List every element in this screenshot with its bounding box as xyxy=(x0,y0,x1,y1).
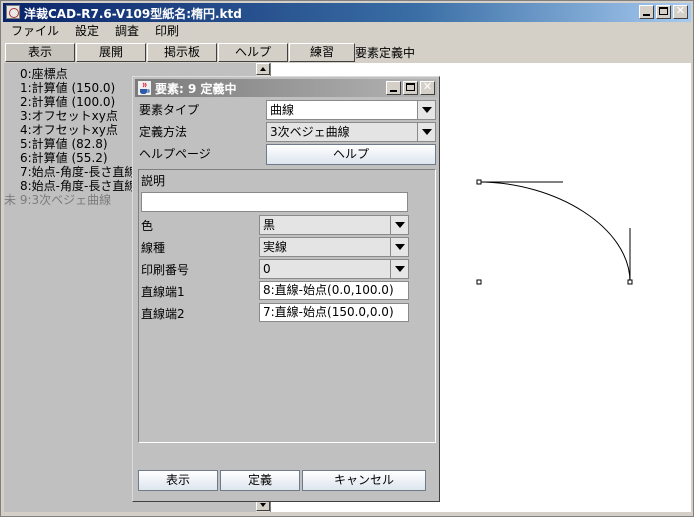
window-title: 洋裁CAD-R7.6-V109型紙名:楕円.ktd xyxy=(24,7,242,21)
element-type-value: 曲線 xyxy=(270,103,295,117)
control-point[interactable] xyxy=(476,179,482,185)
java-cup-icon xyxy=(138,81,151,95)
print-number-value: 0 xyxy=(263,262,271,276)
close-icon: ✕ xyxy=(675,4,686,17)
list-item[interactable]: 6:計算値 (55.2) xyxy=(20,151,108,165)
chevron-up-icon xyxy=(260,67,266,71)
dialog-maximize-button[interactable] xyxy=(403,81,418,95)
chevron-down-icon[interactable] xyxy=(417,123,435,141)
help-page-label: ヘルプページ xyxy=(139,147,211,161)
minimize-button[interactable] xyxy=(639,5,654,19)
dialog-close-button[interactable]: ✕ xyxy=(420,80,435,95)
control-point[interactable] xyxy=(627,279,633,285)
linetype-select[interactable]: 実線 xyxy=(259,237,409,257)
close-button[interactable]: ✕ xyxy=(673,4,688,19)
dialog-minimize-button[interactable] xyxy=(386,81,401,95)
list-item[interactable]: 5:計算値 (82.8) xyxy=(20,137,108,151)
definition-method-select[interactable]: 3次ベジェ曲線 xyxy=(266,122,436,142)
menu-bar: ファイル 設定 調査 印刷 xyxy=(3,22,691,41)
description-input[interactable] xyxy=(141,192,408,212)
list-item[interactable]: 7:始点-角度-長さ直線 xyxy=(20,165,136,179)
maximize-icon xyxy=(406,83,415,91)
control-point[interactable] xyxy=(476,279,482,285)
list-item[interactable]: 8:始点-角度-長さ直線 xyxy=(20,179,136,193)
line-end2-value: 7:直線-始点(150.0,0.0) xyxy=(263,305,394,319)
element-type-label: 要素タイプ xyxy=(139,103,200,117)
minimize-icon xyxy=(643,14,650,16)
color-value: 黒 xyxy=(263,218,276,232)
toolbar-expand-button[interactable]: 展開 xyxy=(76,43,146,62)
dialog-titlebar[interactable]: 要素: 9 定義中 ✕ xyxy=(135,79,437,97)
toolbar-practice-button[interactable]: 練習 xyxy=(289,43,355,62)
color-label: 色 xyxy=(141,219,154,233)
maximize-button[interactable] xyxy=(656,5,671,19)
bezier-curve xyxy=(478,181,631,283)
list-item[interactable]: 0:座標点 xyxy=(20,67,68,81)
toolbar-show-button[interactable]: 表示 xyxy=(5,43,75,62)
app-icon xyxy=(6,5,20,19)
dialog-title: 要素: 9 定義中 xyxy=(155,82,237,96)
chevron-down-icon[interactable] xyxy=(417,101,435,119)
menu-settings[interactable]: 設定 xyxy=(67,22,107,41)
line-end1-label: 直線端1 xyxy=(141,285,185,299)
print-number-label: 印刷番号 xyxy=(141,263,190,277)
help-button[interactable]: ヘルプ xyxy=(266,144,436,165)
menu-file[interactable]: ファイル xyxy=(3,22,67,41)
minimize-icon xyxy=(390,90,397,92)
definition-method-value: 3次ベジェ曲線 xyxy=(270,125,350,139)
chevron-down-icon[interactable] xyxy=(390,216,408,234)
chevron-down-icon[interactable] xyxy=(390,238,408,256)
menu-print[interactable]: 印刷 xyxy=(147,22,187,41)
linetype-value: 実線 xyxy=(263,240,288,254)
scroll-up-button[interactable] xyxy=(256,63,270,75)
line-end2-label: 直線端2 xyxy=(141,307,185,321)
dialog-cancel-button[interactable]: キャンセル xyxy=(302,470,426,491)
list-item[interactable]: 4:オフセットxy点 xyxy=(20,123,118,137)
toolbar-board-button[interactable]: 掲示板 xyxy=(147,43,217,62)
toolbar-status: 要素定義中 xyxy=(355,46,416,60)
list-item[interactable]: 3:オフセットxy点 xyxy=(20,109,118,123)
chevron-down-icon[interactable] xyxy=(390,260,408,278)
dialog-show-button[interactable]: 表示 xyxy=(138,470,218,491)
line-end1-value: 8:直線-始点(0.0,100.0) xyxy=(263,283,394,297)
element-definition-dialog: 要素: 9 定義中 ✕ 要素タイプ 曲線 定義方法 3次ベジェ曲線 ヘルプページ… xyxy=(132,76,440,502)
color-select[interactable]: 黒 xyxy=(259,215,409,235)
line-end2-input[interactable]: 7:直線-始点(150.0,0.0) xyxy=(259,303,409,322)
main-window: 洋裁CAD-R7.6-V109型紙名:楕円.ktd ✕ ファイル 設定 調査 印… xyxy=(0,0,694,517)
list-item[interactable]: 2:計算値 (100.0) xyxy=(20,95,115,109)
element-type-select[interactable]: 曲線 xyxy=(266,100,436,120)
chevron-down-icon xyxy=(260,503,266,507)
linetype-label: 線種 xyxy=(141,241,166,255)
dialog-define-button[interactable]: 定義 xyxy=(220,470,300,491)
toolbar: 表示 展開 掲示板 ヘルプ 練習 要素定義中 xyxy=(3,42,691,62)
maximize-icon xyxy=(659,7,668,15)
print-number-select[interactable]: 0 xyxy=(259,259,409,279)
definition-method-label: 定義方法 xyxy=(139,125,188,139)
toolbar-help-button[interactable]: ヘルプ xyxy=(218,43,288,62)
window-titlebar[interactable]: 洋裁CAD-R7.6-V109型紙名:楕円.ktd ✕ xyxy=(3,3,691,22)
menu-inspect[interactable]: 調査 xyxy=(107,22,147,41)
list-item-pending[interactable]: 未 9:3次ベジェ曲線 xyxy=(4,193,111,207)
line-end1-input[interactable]: 8:直線-始点(0.0,100.0) xyxy=(259,281,409,300)
list-item[interactable]: 1:計算値 (150.0) xyxy=(20,81,115,95)
description-label: 説明 xyxy=(141,174,166,188)
close-icon: ✕ xyxy=(422,80,433,93)
